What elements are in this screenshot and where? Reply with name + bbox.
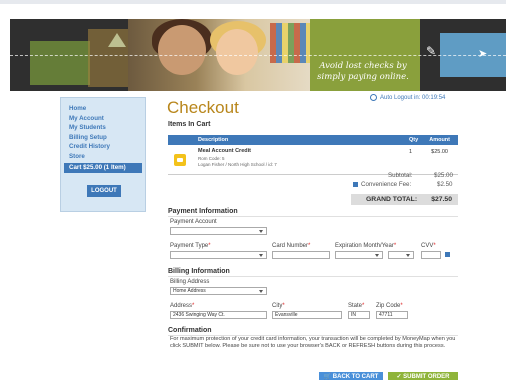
- city-label: City*: [272, 303, 285, 309]
- zip-input[interactable]: 47711: [376, 311, 408, 319]
- sidebar-item-store[interactable]: Store: [61, 152, 145, 162]
- item-name: Meal Account Credit: [198, 148, 251, 154]
- zip-label: Zip Code*: [376, 303, 403, 309]
- sidebar-item-home[interactable]: Home: [61, 104, 145, 114]
- state-label: State*: [348, 303, 365, 309]
- subtotal-label: Subtotal:: [388, 172, 413, 179]
- payment-type-select[interactable]: [170, 251, 267, 259]
- sidebar-item-credit-history[interactable]: Credit History: [61, 142, 145, 152]
- cart-icon: 🛒: [323, 374, 333, 380]
- state-input[interactable]: IN: [348, 311, 370, 319]
- billing-info-heading: Billing Information: [168, 268, 230, 275]
- address-text: Address: [170, 303, 193, 309]
- banner-photo-detail: [158, 25, 206, 75]
- column-qty: Qty: [409, 137, 419, 143]
- zip-text: Zip Code: [376, 303, 401, 309]
- card-number-input[interactable]: [272, 251, 330, 259]
- billing-address-label: Billing Address: [170, 279, 210, 285]
- confirmation-heading: Confirmation: [168, 327, 212, 334]
- payment-type-label: Payment Type*: [170, 243, 211, 249]
- cvv-label: CVV*: [421, 243, 436, 249]
- payment-account-label: Payment Account: [170, 219, 217, 225]
- pencil-icon: ✎: [426, 44, 437, 58]
- checkout-page: ✎ ➤ Avoid lost checks by simply paying o…: [0, 0, 506, 380]
- sidebar-item-billing-setup[interactable]: Billing Setup: [61, 133, 145, 143]
- table-row: Meal Account Credit Rom Code: 5 Logan Fi…: [168, 145, 458, 175]
- item-qty: 1: [409, 149, 413, 155]
- info-icon[interactable]: [353, 181, 358, 187]
- divider: [168, 276, 458, 277]
- header-banner: ✎ ➤ Avoid lost checks by simply paying o…: [10, 19, 506, 91]
- item-detail: Rom Code: 5: [198, 156, 225, 161]
- column-description: Description: [198, 137, 229, 143]
- logout-button[interactable]: LOGOUT: [87, 185, 121, 197]
- cart-table: Description Qty Amount Meal Account Cred…: [168, 135, 458, 175]
- expiration-label: Expiration Month/Year*: [335, 243, 397, 249]
- back-to-cart-label: BACK TO CART: [332, 374, 379, 380]
- expiration-year-select[interactable]: [388, 251, 414, 259]
- expiration-text: Expiration Month/Year: [335, 243, 394, 249]
- sidebar-item-my-account[interactable]: My Account: [61, 114, 145, 124]
- address-label: Address*: [170, 303, 195, 309]
- state-text: State: [348, 303, 363, 309]
- card-number-label: Card Number*: [272, 243, 311, 249]
- billing-address-select[interactable]: Home Address: [170, 287, 267, 295]
- paper-plane-icon: ➤: [478, 48, 488, 60]
- convenience-fee-label: Convenience Fee:: [353, 181, 411, 188]
- banner-photo-detail: [216, 29, 258, 75]
- column-amount: Amount: [429, 137, 450, 143]
- cvv-help-icon[interactable]: [445, 252, 450, 257]
- divider: [168, 216, 458, 217]
- triangle-icon: [108, 33, 126, 47]
- cvv-text: CVV: [421, 243, 434, 249]
- city-input[interactable]: Evansville: [272, 311, 342, 319]
- decorative-block: [30, 41, 90, 85]
- expiration-month-select[interactable]: [335, 251, 383, 259]
- back-to-cart-button[interactable]: 🛒 BACK TO CART: [319, 372, 383, 380]
- sidebar-nav: Home My Account My Students Billing Setu…: [60, 97, 146, 212]
- meal-icon: [174, 154, 186, 166]
- card-number-text: Card Number: [272, 243, 309, 249]
- item-detail: Logan Fisher / North High School / id: 7: [198, 162, 277, 167]
- auto-logout-timer: Auto Logout in: 00:19:54: [370, 94, 445, 101]
- payment-type-text: Payment Type: [170, 243, 209, 249]
- page-title: Checkout: [167, 98, 239, 117]
- submit-order-button[interactable]: ✓ SUBMIT ORDER: [388, 372, 458, 380]
- grand-total-label: GRAND TOTAL:: [366, 196, 418, 203]
- sidebar-item-my-students[interactable]: My Students: [61, 123, 145, 133]
- payment-info-heading: Payment Information: [168, 208, 238, 215]
- cart-table-header: Description Qty Amount: [168, 135, 458, 145]
- grand-total-value: $27.50: [431, 196, 452, 203]
- address-input[interactable]: 2436 Swinging Way Ct.: [170, 311, 267, 319]
- item-amount: $25.00: [431, 149, 448, 155]
- banner-slogan: Avoid lost checks by simply paying onlin…: [317, 61, 409, 82]
- items-in-cart-heading: Items In Cart: [168, 121, 211, 128]
- grand-total: GRAND TOTAL: $27.50: [351, 194, 458, 205]
- cvv-input[interactable]: [421, 251, 441, 259]
- subtotal-value: $25.00: [434, 172, 453, 179]
- submit-order-label: SUBMIT ORDER: [403, 374, 450, 380]
- auto-logout-text: Auto Logout in: 00:19:54: [380, 95, 446, 102]
- sidebar-item-cart[interactable]: Cart $25.00 (1 Item): [64, 163, 142, 173]
- clock-icon: [370, 94, 377, 101]
- convenience-fee-value: $2.50: [437, 181, 453, 188]
- city-text: City: [272, 303, 283, 309]
- payment-account-select[interactable]: [170, 227, 267, 235]
- top-divider: [0, 0, 506, 4]
- confirmation-text: For maximum protection of your credit ca…: [170, 336, 456, 350]
- convenience-fee-text: Convenience Fee:: [361, 181, 412, 188]
